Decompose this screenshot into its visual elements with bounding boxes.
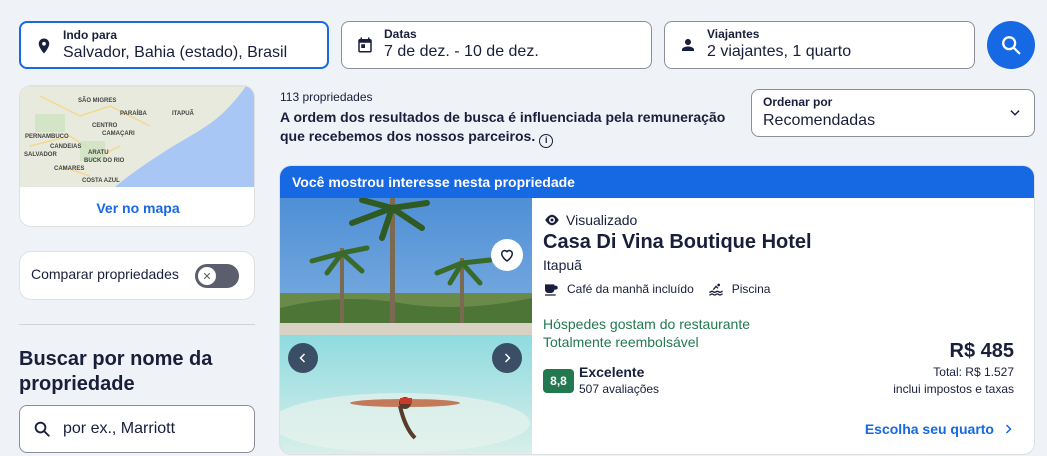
destination-field[interactable]: Indo para Salvador, Bahia (estado), Bras… [19,21,329,69]
map-label: CANDEIAS [50,144,82,150]
next-photo-button[interactable] [492,343,522,373]
rating-word: Excelente [579,364,645,380]
compare-properties-card: Comparar propriedades ✕ [19,251,255,300]
viewed-indicator: Visualizado [543,211,637,229]
map-preview[interactable]: SÃO MIGRES PARAÍBA ITAPUÃ CENTRO CAMAÇAR… [20,86,254,187]
highlight-refundable: Totalmente reembolsável [543,334,699,350]
destination-label: Indo para [63,28,118,42]
hotel-location: Itapuã [543,257,582,273]
pool-icon [709,283,723,296]
hotel-pool-photo [280,198,532,454]
chevron-right-icon [504,353,511,363]
map-label: CAMARES [54,166,85,172]
choose-room-label: Escolha seu quarto [864,421,994,437]
review-count: 507 avaliações [579,382,660,396]
amenity-breakfast: Café da manhã incluído [543,281,694,297]
hotel-name[interactable]: Casa Di Vina Boutique Hotel [543,231,812,254]
eye-icon [545,214,559,226]
results-count: 113 propriedades [280,90,373,104]
map-label: PERNAMBUCO [25,134,69,140]
property-name-search-input[interactable]: por ex., Marriott [19,405,255,453]
travelers-label: Viajantes [707,27,760,41]
destination-value: Salvador, Bahia (estado), Brasil [63,44,288,61]
map-label: BUCK DO RIO [84,158,125,164]
total-price: Total: R$ 1.527 [933,365,1014,379]
disclaimer-text: A ordem dos resultados de busca é influe… [280,109,726,144]
viewed-label: Visualizado [566,212,638,228]
name-search-heading: Buscar por nome da propriedade [19,348,213,395]
amenity-label: Piscina [731,282,771,296]
property-photo[interactable] [280,198,532,454]
coffee-cup-icon [545,284,558,296]
name-search-placeholder: por ex., Marriott [63,420,176,437]
previous-photo-button[interactable] [288,343,318,373]
map-label: COSTA AZUL [82,178,120,184]
calendar-icon [358,37,372,53]
highlight-restaurant: Hóspedes gostam do restaurante [543,316,751,332]
heart-icon [500,249,514,262]
chevron-down-icon [1010,110,1020,116]
person-icon [682,39,694,51]
map-label: CENTRO [92,123,118,129]
info-icon[interactable]: i [539,134,554,148]
amenity-list: Café da manhã incluído Piscina [543,281,770,297]
taxes-note: inclui impostos e taxas [893,382,1014,396]
map-label: ARATU [88,150,109,156]
travelers-field[interactable]: Viajantes 2 viajantes, 1 quarto [664,21,975,69]
property-details: Visualizado Casa Di Vina Boutique Hotel … [543,198,1025,454]
rating-score-badge: 8,8 [543,369,574,393]
location-pin-icon [38,38,50,54]
favorite-button[interactable] [491,239,523,271]
search-icon [1002,36,1021,55]
search-button[interactable] [987,21,1035,69]
map-label: CAMAÇARI [102,131,135,137]
compare-toggle[interactable]: ✕ [195,264,239,288]
sort-value: Recomendadas [763,112,876,129]
view-map-link[interactable]: Ver no mapa [20,187,254,226]
sidebar-divider [19,324,255,325]
dates-value: 7 de dez. - 10 de dez. [384,43,539,60]
dates-label: Datas [384,27,417,41]
compare-label: Comparar propriedades [31,266,179,282]
property-card[interactable]: Você mostrou interesse nesta propriedade [279,165,1035,455]
map-card[interactable]: SÃO MIGRES PARAÍBA ITAPUÃ CENTRO CAMAÇAR… [19,85,255,227]
amenity-label: Café da manhã incluído [567,282,694,296]
dates-field[interactable]: Datas 7 de dez. - 10 de dez. [341,21,652,69]
sort-dropdown[interactable]: Ordenar por Recomendadas [751,89,1035,137]
interest-banner: Você mostrou interesse nesta propriedade [280,166,1034,198]
map-label: PARAÍBA [120,111,147,117]
close-icon: ✕ [198,267,216,285]
map-label: SALVADOR [24,152,57,158]
choose-room-link[interactable]: Escolha seu quarto [865,421,1014,437]
travelers-value: 2 viajantes, 1 quarto [707,43,852,60]
map-label: SÃO MIGRES [78,98,117,104]
chevron-left-icon [299,353,306,363]
ranking-disclaimer: A ordem dos resultados de busca é influe… [280,108,740,148]
map-label: ITAPUÃ [172,111,194,117]
chevron-right-icon [1005,424,1012,434]
nightly-price: R$ 485 [949,340,1015,362]
sort-label: Ordenar por [763,95,833,109]
search-icon [34,421,50,437]
amenity-pool: Piscina [708,281,771,297]
